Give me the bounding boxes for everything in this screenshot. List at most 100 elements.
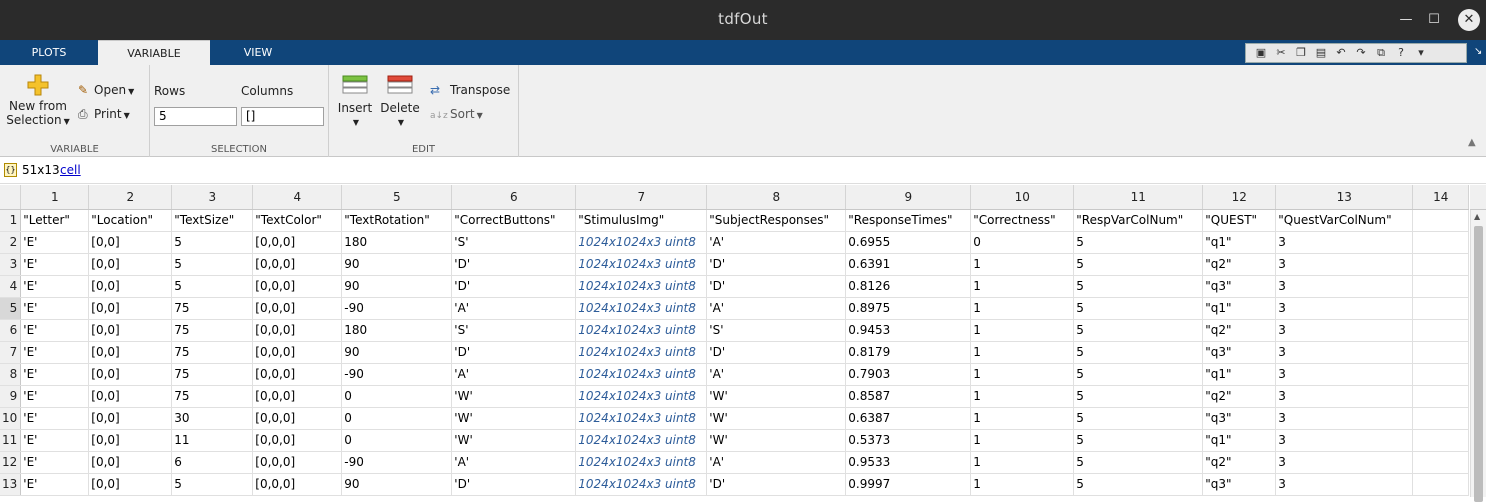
table-cell[interactable]: 1 <box>970 429 1075 452</box>
table-cell[interactable]: 1 <box>970 319 1075 342</box>
table-cell[interactable]: 90 <box>341 473 453 496</box>
table-row[interactable]: 1 "Letter" "Location" "TextSize" "TextColor"… <box>0 209 1470 232</box>
row-header[interactable]: 9 <box>0 385 22 408</box>
table-cell[interactable]: 0.9453 <box>845 319 972 342</box>
table-cell[interactable]: "SubjectResponses" <box>706 209 847 232</box>
table-cell[interactable]: [0,0] <box>88 363 173 386</box>
table-cell[interactable] <box>1412 385 1470 408</box>
table-cell[interactable]: [0,0] <box>88 297 173 320</box>
table-cell[interactable]: 11 <box>171 429 254 452</box>
image-cell-link[interactable]: 1024x1024x3 uint8 <box>575 253 708 276</box>
column-header[interactable]: 11 <box>1073 185 1204 210</box>
table-cell[interactable]: 'A' <box>706 451 847 474</box>
table-row[interactable]: 11 'E' [0,0] 11 [0,0,0] 0 'W' 1024x1024x3 uint8… <box>0 429 1470 452</box>
row-header[interactable]: 11 <box>0 429 22 452</box>
row-header[interactable]: 1 <box>0 209 22 232</box>
table-cell[interactable]: 0 <box>341 407 453 430</box>
table-cell[interactable]: 5 <box>1073 407 1204 430</box>
table-cell[interactable]: [0,0,0] <box>252 473 343 496</box>
table-cell[interactable]: "Location" <box>88 209 173 232</box>
table-cell[interactable]: 5 <box>171 473 254 496</box>
data-table[interactable]: 1 2 3 4 5 6 7 8 9 10 11 12 13 14 1 "Letter" "Location" "… <box>0 185 1470 496</box>
table-cell[interactable]: 'E' <box>20 231 90 254</box>
image-cell-link[interactable]: 1024x1024x3 uint8 <box>575 473 708 496</box>
table-cell[interactable]: "Letter" <box>20 209 90 232</box>
table-cell[interactable]: 5 <box>1073 253 1204 276</box>
table-cell[interactable]: 'A' <box>706 231 847 254</box>
table-cell[interactable]: 0.6955 <box>845 231 972 254</box>
column-header[interactable]: 4 <box>252 185 343 210</box>
vertical-scrollbar[interactable]: ▲ <box>1470 210 1486 502</box>
table-row[interactable]: 9 'E' [0,0] 75 [0,0,0] 0 'W' 1024x1024x3 uint8 '… <box>0 385 1470 408</box>
columns-field[interactable]: [] <box>241 107 324 126</box>
row-header[interactable]: 10 <box>0 407 22 430</box>
expand-icon[interactable]: ▾ <box>1412 45 1430 61</box>
table-cell[interactable]: 'S' <box>451 319 577 342</box>
table-cell[interactable]: 5 <box>1073 297 1204 320</box>
image-cell-link[interactable]: 1024x1024x3 uint8 <box>575 407 708 430</box>
table-cell[interactable]: 'D' <box>451 473 577 496</box>
table-cell[interactable]: 'E' <box>20 319 90 342</box>
table-cell[interactable]: 1 <box>970 407 1075 430</box>
table-cell[interactable]: [0,0] <box>88 253 173 276</box>
paste-icon[interactable]: ▤ <box>1312 45 1330 61</box>
row-header[interactable]: 13 <box>0 473 22 496</box>
table-cell[interactable]: [0,0,0] <box>252 429 343 452</box>
table-cell[interactable] <box>1412 451 1470 474</box>
table-cell[interactable]: "TextSize" <box>171 209 254 232</box>
table-cell[interactable]: 180 <box>341 319 453 342</box>
table-cell[interactable]: 75 <box>171 363 254 386</box>
table-cell[interactable]: "RespVarColNum" <box>1073 209 1204 232</box>
table-cell[interactable]: 3 <box>1275 407 1414 430</box>
table-cell[interactable]: 3 <box>1275 231 1414 254</box>
row-header[interactable]: 5 <box>0 297 22 320</box>
maximize-button[interactable]: ☐ <box>1422 8 1446 32</box>
table-cell[interactable]: "q3" <box>1202 341 1277 364</box>
variable-class-link[interactable]: cell <box>60 163 81 177</box>
image-cell-link[interactable]: 1024x1024x3 uint8 <box>575 297 708 320</box>
table-cell[interactable]: 'S' <box>451 231 577 254</box>
table-cell[interactable]: 30 <box>171 407 254 430</box>
cut-icon[interactable]: ✂ <box>1272 45 1290 61</box>
table-cell[interactable]: -90 <box>341 363 453 386</box>
table-cell[interactable]: 'W' <box>706 385 847 408</box>
sort-button[interactable]: a↓z Sort ▼ <box>430 107 483 121</box>
delete-button[interactable]: Delete ▼ <box>380 75 420 127</box>
table-cell[interactable]: "q2" <box>1202 253 1277 276</box>
scroll-up-icon[interactable]: ▲ <box>1474 212 1480 221</box>
row-header[interactable]: 8 <box>0 363 22 386</box>
table-cell[interactable]: 'A' <box>451 451 577 474</box>
table-cell[interactable]: 'E' <box>20 363 90 386</box>
column-header[interactable]: 12 <box>1202 185 1277 210</box>
table-row[interactable]: 4 'E' [0,0] 5 [0,0,0] 90 'D' 1024x1024x3 uint8 '… <box>0 275 1470 298</box>
table-cell[interactable]: 'W' <box>706 429 847 452</box>
table-cell[interactable]: 0.6387 <box>845 407 972 430</box>
table-cell[interactable]: [0,0] <box>88 385 173 408</box>
table-cell[interactable] <box>1412 473 1470 496</box>
table-cell[interactable]: [0,0,0] <box>252 363 343 386</box>
print-button[interactable]: ⎙ Print ▼ <box>78 107 130 122</box>
table-cell[interactable]: 0.6391 <box>845 253 972 276</box>
table-cell[interactable]: [0,0] <box>88 407 173 430</box>
table-cell[interactable]: [0,0,0] <box>252 297 343 320</box>
row-header[interactable]: 7 <box>0 341 22 364</box>
table-cell[interactable] <box>1412 319 1470 342</box>
table-row[interactable]: 3 'E' [0,0] 5 [0,0,0] 90 'D' 1024x1024x3 uint8 '… <box>0 253 1470 276</box>
table-cell[interactable]: 'D' <box>706 275 847 298</box>
image-cell-link[interactable]: 1024x1024x3 uint8 <box>575 385 708 408</box>
table-cell[interactable]: 1 <box>970 297 1075 320</box>
table-cell[interactable]: 'E' <box>20 429 90 452</box>
table-cell[interactable]: "q2" <box>1202 451 1277 474</box>
table-cell[interactable] <box>1412 275 1470 298</box>
table-cell[interactable]: 3 <box>1275 341 1414 364</box>
table-cell[interactable]: 'D' <box>706 253 847 276</box>
image-cell-link[interactable]: 1024x1024x3 uint8 <box>575 451 708 474</box>
table-cell[interactable]: 'E' <box>20 385 90 408</box>
table-cell[interactable]: "TextRotation" <box>341 209 453 232</box>
column-header[interactable]: 8 <box>706 185 847 210</box>
table-cell[interactable]: 3 <box>1275 429 1414 452</box>
image-cell-link[interactable]: 1024x1024x3 uint8 <box>575 429 708 452</box>
table-cell[interactable]: [0,0,0] <box>252 231 343 254</box>
table-cell[interactable]: 0.8179 <box>845 341 972 364</box>
column-header[interactable]: 13 <box>1275 185 1414 210</box>
